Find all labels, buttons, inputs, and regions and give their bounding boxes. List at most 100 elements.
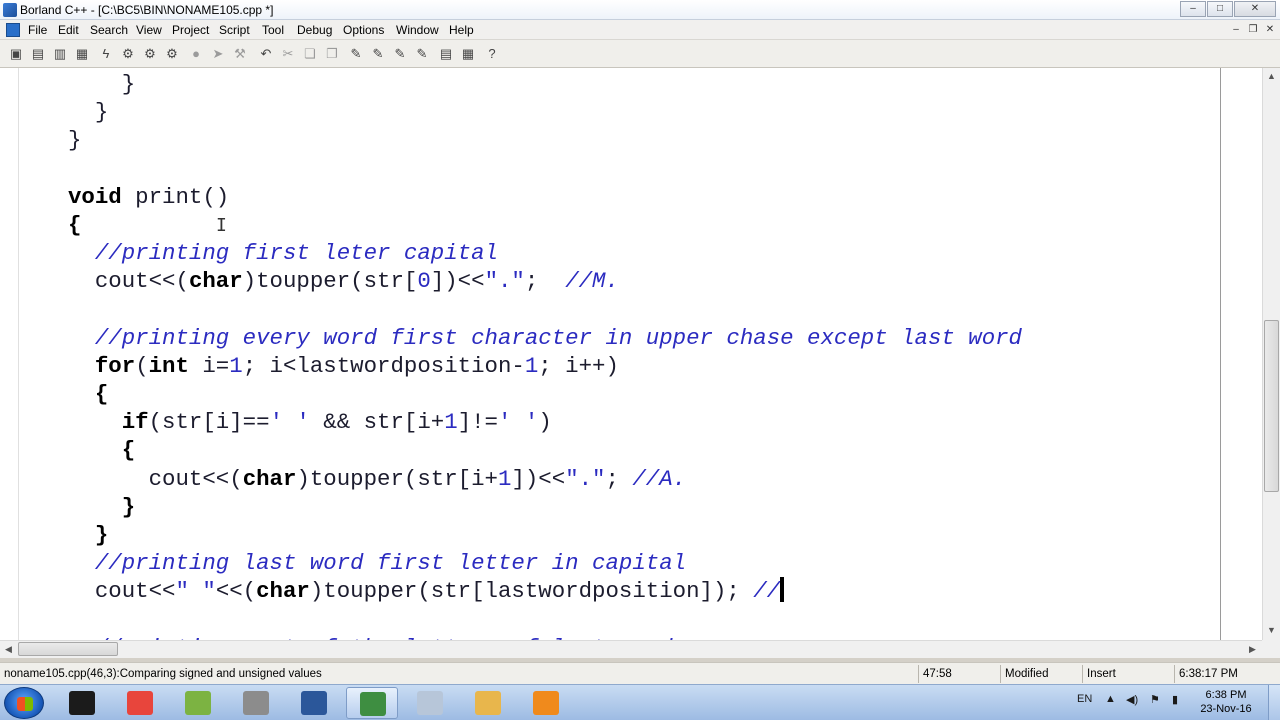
taskbar-app-console[interactable] (56, 687, 108, 719)
minimize-button[interactable]: – (1180, 1, 1206, 17)
code-token: print() (121, 183, 230, 210)
menu-options[interactable]: Options (343, 23, 384, 37)
find-next-icon[interactable]: ✎ (368, 44, 388, 64)
speaker-icon[interactable]: ◀) (1126, 693, 1138, 706)
taskbar-app-word[interactable] (288, 687, 340, 719)
message-icon[interactable]: ▦ (458, 44, 478, 64)
menu-script[interactable]: Script (219, 23, 250, 37)
menu-bar: File Edit Search View Project Script Too… (0, 20, 1280, 40)
taskbar-app-vlc[interactable] (520, 687, 572, 719)
code-token: i= (188, 352, 230, 379)
cut-icon[interactable]: ✂ (278, 44, 298, 64)
help-icon[interactable]: ? (482, 44, 502, 64)
replace-icon[interactable]: ✎ (390, 44, 410, 64)
code-token: 1 (229, 352, 243, 379)
close-button[interactable]: ✕ (1234, 1, 1276, 17)
code-token: 1 (524, 352, 539, 379)
menu-search[interactable]: Search (90, 23, 128, 37)
text-caret (780, 577, 785, 603)
menu-project[interactable]: Project (172, 23, 209, 37)
code-token: "." (484, 268, 525, 295)
code-token: char (242, 465, 297, 492)
code-token: //printing first leter capital (94, 240, 498, 267)
browse-icon[interactable]: ▤ (436, 44, 456, 64)
new-icon[interactable]: ▤ (28, 44, 48, 64)
code-token: ' ' (269, 409, 310, 436)
mdi-restore-button[interactable]: ❐ (1245, 22, 1261, 37)
taskbar-app-explorer[interactable] (462, 687, 514, 719)
status-insert-mode: Insert (1082, 665, 1174, 683)
network-icon[interactable]: ▮ (1172, 693, 1178, 706)
taskbar-app-calculator[interactable] (404, 687, 456, 719)
paste-icon[interactable]: ❐ (322, 44, 342, 64)
build-icon[interactable]: ⚙ (162, 44, 182, 64)
menu-debug[interactable]: Debug (297, 23, 332, 37)
menu-edit[interactable]: Edit (58, 23, 79, 37)
code-token: ; i++) (538, 352, 619, 379)
show-hidden-icons-icon[interactable]: ▲ (1105, 693, 1116, 705)
code-token: if (121, 409, 149, 436)
status-modified: Modified (1000, 665, 1082, 683)
step-icon[interactable]: ➤ (208, 44, 228, 64)
taskbar-app-borland[interactable] (346, 687, 398, 719)
horizontal-scroll-thumb[interactable] (18, 642, 118, 656)
project-icon[interactable]: ▣ (6, 44, 26, 64)
maximize-button[interactable]: □ (1207, 1, 1233, 17)
taskbar-app-chrome[interactable] (114, 687, 166, 719)
make-icon[interactable]: ⚙ (140, 44, 160, 64)
show-desktop-button[interactable] (1268, 685, 1280, 720)
vlc-icon (533, 691, 559, 715)
code-token: char (188, 268, 243, 295)
start-button[interactable] (4, 687, 44, 719)
compile-icon[interactable]: ⚙ (118, 44, 138, 64)
scroll-left-icon[interactable]: ◀ (0, 641, 17, 658)
code-token: ' ' (498, 409, 539, 436)
status-bar: noname105.cpp(46,3):Comparing signed and… (0, 662, 1280, 684)
code-editor[interactable]: } }} void print(){ //printing first leter… (18, 68, 1221, 640)
code-text: } }} void print(){ //printing first leter… (68, 70, 1022, 640)
code-line: { (68, 211, 1022, 239)
stop-icon[interactable]: ● (186, 44, 206, 64)
action-center-icon[interactable]: ⚑ (1150, 693, 1160, 706)
ibeam-cursor-icon: I (216, 215, 227, 236)
mdi-close-button[interactable]: ✕ (1262, 22, 1278, 37)
undo-icon[interactable]: ↶ (256, 44, 276, 64)
horizontal-scrollbar[interactable]: ◀ ▶ (0, 640, 1262, 658)
calculator-icon (417, 691, 443, 715)
taskbar-clock[interactable]: 6:38 PM 23-Nov-16 (1196, 688, 1256, 716)
code-token: { (68, 211, 82, 238)
scroll-down-icon[interactable]: ▼ (1263, 622, 1280, 639)
language-indicator[interactable]: EN (1077, 693, 1092, 705)
code-token: // (753, 578, 781, 605)
code-line: { (68, 436, 1022, 464)
code-token: //printing every word first character in… (94, 324, 1022, 351)
menu-view[interactable]: View (136, 23, 162, 37)
open-icon[interactable]: ▥ (50, 44, 70, 64)
document-system-icon[interactable] (6, 23, 20, 37)
code-token: for (94, 352, 136, 379)
scroll-up-icon[interactable]: ▲ (1263, 68, 1280, 85)
code-token: cout<<( (94, 268, 189, 295)
chrome-icon (127, 691, 153, 715)
lightning-icon[interactable]: ϟ (96, 44, 116, 64)
find-icon[interactable]: ✎ (346, 44, 366, 64)
save-icon[interactable]: ▦ (72, 44, 92, 64)
vertical-scroll-thumb[interactable] (1264, 320, 1279, 492)
borland-app-icon[interactable] (3, 3, 17, 17)
vertical-scrollbar[interactable]: ▲ ▼ (1262, 68, 1280, 640)
menu-tool[interactable]: Tool (262, 23, 284, 37)
menu-file[interactable]: File (28, 23, 47, 37)
search-again-icon[interactable]: ✎ (412, 44, 432, 64)
code-line: } (68, 126, 1022, 154)
mdi-minimize-button[interactable]: – (1228, 22, 1244, 37)
explorer-icon (475, 691, 501, 715)
copy-icon[interactable]: ❏ (300, 44, 320, 64)
status-cursor-position: 47:58 (918, 665, 1000, 683)
debug-icon[interactable]: ⚒ (230, 44, 250, 64)
menu-window[interactable]: Window (396, 23, 439, 37)
taskbar-app-notepad[interactable] (172, 687, 224, 719)
scroll-right-icon[interactable]: ▶ (1244, 641, 1261, 658)
menu-help[interactable]: Help (449, 23, 474, 37)
taskbar-app-printer[interactable] (230, 687, 282, 719)
code-token: cout<<( (148, 465, 243, 492)
